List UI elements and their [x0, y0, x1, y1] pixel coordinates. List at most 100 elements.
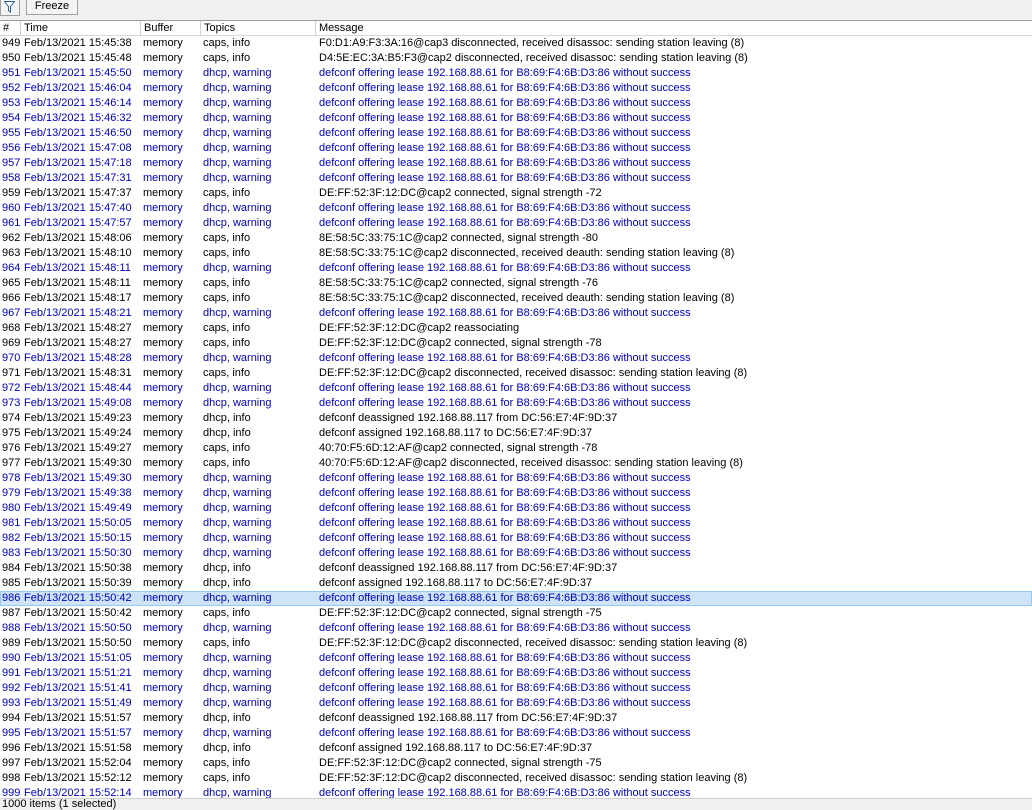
row-time: Feb/13/2021 15:47:40 [24, 202, 132, 214]
row-message: defconf offering lease 192.168.88.61 for… [319, 532, 691, 544]
table-row[interactable]: 984 Feb/13/2021 15:50:38 memory dhcp, info d… [0, 561, 1032, 576]
row-number: 957 [2, 157, 21, 169]
row-topics: dhcp, warning [203, 382, 272, 394]
row-time: Feb/13/2021 15:48:27 [24, 337, 132, 349]
table-row[interactable]: 996 Feb/13/2021 15:51:58 memory dhcp, info d… [0, 741, 1032, 756]
row-message: DE:FF:52:3F:12:DC@cap2 disconnected, rec… [319, 772, 748, 784]
table-row[interactable]: 973 Feb/13/2021 15:49:08 memory dhcp, warni… [0, 396, 1032, 411]
table-row[interactable]: 982 Feb/13/2021 15:50:15 memory dhcp, warni… [0, 531, 1032, 546]
table-row[interactable]: 950 Feb/13/2021 15:45:48 memory caps, info D… [0, 51, 1032, 66]
table-row[interactable]: 980 Feb/13/2021 15:49:49 memory dhcp, warni… [0, 501, 1032, 516]
row-buffer: memory [143, 127, 183, 139]
table-row[interactable]: 974 Feb/13/2021 15:49:23 memory dhcp, info d… [0, 411, 1032, 426]
table-row[interactable]: 997 Feb/13/2021 15:52:04 memory caps, info D… [0, 756, 1032, 771]
table-row[interactable]: 953 Feb/13/2021 15:46:14 memory dhcp, warni… [0, 96, 1032, 111]
table-row[interactable]: 968 Feb/13/2021 15:48:27 memory caps, info D… [0, 321, 1032, 336]
table-row[interactable]: 960 Feb/13/2021 15:47:40 memory dhcp, warni… [0, 201, 1032, 216]
row-buffer: memory [143, 607, 183, 619]
table-row[interactable]: 969 Feb/13/2021 15:48:27 memory caps, info D… [0, 336, 1032, 351]
table-row[interactable]: 986 Feb/13/2021 15:50:42 memory dhcp, warni… [0, 591, 1032, 606]
row-buffer: memory [143, 307, 183, 319]
table-row[interactable]: 994 Feb/13/2021 15:51:57 memory dhcp, info d… [0, 711, 1032, 726]
table-row[interactable]: 981 Feb/13/2021 15:50:05 memory dhcp, warni… [0, 516, 1032, 531]
table-row[interactable]: 959 Feb/13/2021 15:47:37 memory caps, info D… [0, 186, 1032, 201]
table-row[interactable]: 956 Feb/13/2021 15:47:08 memory dhcp, warni… [0, 141, 1032, 156]
row-message: defconf offering lease 192.168.88.61 for… [319, 112, 691, 124]
column-header-time[interactable]: Time [21, 21, 141, 36]
table-row[interactable]: 972 Feb/13/2021 15:48:44 memory dhcp, warni… [0, 381, 1032, 396]
row-time: Feb/13/2021 15:51:57 [24, 727, 132, 739]
row-number: 970 [2, 352, 21, 364]
row-message: defconf offering lease 192.168.88.61 for… [319, 502, 691, 514]
table-row[interactable]: 963 Feb/13/2021 15:48:10 memory caps, info 8… [0, 246, 1032, 261]
row-time: Feb/13/2021 15:48:21 [24, 307, 132, 319]
filter-button[interactable] [0, 0, 20, 16]
table-row[interactable]: 987 Feb/13/2021 15:50:42 memory caps, info D… [0, 606, 1032, 621]
row-time: Feb/13/2021 15:51:49 [24, 697, 132, 709]
table-row[interactable]: 949 Feb/13/2021 15:45:38 memory caps, info F… [0, 36, 1032, 51]
table-row[interactable]: 991 Feb/13/2021 15:51:21 memory dhcp, warni… [0, 666, 1032, 681]
row-time: Feb/13/2021 15:50:42 [24, 592, 132, 604]
row-buffer: memory [143, 67, 183, 79]
row-topics: dhcp, warning [203, 592, 272, 604]
table-row[interactable]: 990 Feb/13/2021 15:51:05 memory dhcp, warni… [0, 651, 1032, 666]
table-row[interactable]: 978 Feb/13/2021 15:49:30 memory dhcp, warni… [0, 471, 1032, 486]
table-row[interactable]: 954 Feb/13/2021 15:46:32 memory dhcp, warni… [0, 111, 1032, 126]
table-row[interactable]: 993 Feb/13/2021 15:51:49 memory dhcp, warni… [0, 696, 1032, 711]
status-bar: 1000 items (1 selected) [0, 798, 1032, 810]
table-row[interactable]: 988 Feb/13/2021 15:50:50 memory dhcp, warni… [0, 621, 1032, 636]
table-row[interactable]: 999 Feb/13/2021 15:52:14 memory dhcp, warni… [0, 786, 1032, 798]
table-row[interactable]: 966 Feb/13/2021 15:48:17 memory caps, info 8… [0, 291, 1032, 306]
table-row[interactable]: 951 Feb/13/2021 15:45:50 memory dhcp, warni… [0, 66, 1032, 81]
table-row[interactable]: 971 Feb/13/2021 15:48:31 memory caps, info D… [0, 366, 1032, 381]
row-message: defconf offering lease 192.168.88.61 for… [319, 172, 691, 184]
row-buffer: memory [143, 472, 183, 484]
table-row[interactable]: 975 Feb/13/2021 15:49:24 memory dhcp, info d… [0, 426, 1032, 441]
table-row[interactable]: 983 Feb/13/2021 15:50:30 memory dhcp, warni… [0, 546, 1032, 561]
row-time: Feb/13/2021 15:51:57 [24, 712, 132, 724]
row-message: defconf assigned 192.168.88.117 to DC:56… [319, 577, 593, 589]
table-row[interactable]: 985 Feb/13/2021 15:50:39 memory dhcp, info d… [0, 576, 1032, 591]
table-row[interactable]: 979 Feb/13/2021 15:49:38 memory dhcp, warni… [0, 486, 1032, 501]
column-header-topics[interactable]: Topics [201, 21, 316, 36]
row-topics: caps, info [203, 37, 251, 49]
table-row[interactable]: 964 Feb/13/2021 15:48:11 memory dhcp, warni… [0, 261, 1032, 276]
row-buffer: memory [143, 742, 183, 754]
table-row[interactable]: 992 Feb/13/2021 15:51:41 memory dhcp, warni… [0, 681, 1032, 696]
row-message: defconf offering lease 192.168.88.61 for… [319, 592, 691, 604]
row-message: DE:FF:52:3F:12:DC@cap2 connected, signal… [319, 187, 602, 199]
column-header-buffer[interactable]: Buffer [141, 21, 201, 36]
row-buffer: memory [143, 697, 183, 709]
row-buffer: memory [143, 487, 183, 499]
table-row[interactable]: 976 Feb/13/2021 15:49:27 memory caps, info 4… [0, 441, 1032, 456]
table-row[interactable]: 955 Feb/13/2021 15:46:50 memory dhcp, warni… [0, 126, 1032, 141]
table-row[interactable]: 961 Feb/13/2021 15:47:57 memory dhcp, warni… [0, 216, 1032, 231]
freeze-button[interactable]: Freeze [26, 0, 78, 15]
row-time: Feb/13/2021 15:45:50 [24, 67, 132, 79]
row-number: 969 [2, 337, 21, 349]
row-message: defconf assigned 192.168.88.117 to DC:56… [319, 427, 593, 439]
item-count: 1000 items (1 selected) [2, 798, 117, 810]
table-row[interactable]: 995 Feb/13/2021 15:51:57 memory dhcp, warni… [0, 726, 1032, 741]
log-list[interactable]: # Time Buffer Topics Message 949 Feb/13/2… [0, 20, 1032, 798]
row-time: Feb/13/2021 15:52:12 [24, 772, 132, 784]
row-message: defconf offering lease 192.168.88.61 for… [319, 487, 691, 499]
table-row[interactable]: 952 Feb/13/2021 15:46:04 memory dhcp, warni… [0, 81, 1032, 96]
table-row[interactable]: 998 Feb/13/2021 15:52:12 memory caps, info D… [0, 771, 1032, 786]
table-row[interactable]: 970 Feb/13/2021 15:48:28 memory dhcp, warni… [0, 351, 1032, 366]
column-header-number[interactable]: # [0, 21, 21, 36]
table-row[interactable]: 958 Feb/13/2021 15:47:31 memory dhcp, warni… [0, 171, 1032, 186]
row-time: Feb/13/2021 15:45:48 [24, 52, 132, 64]
table-row[interactable]: 977 Feb/13/2021 15:49:30 memory caps, info 4… [0, 456, 1032, 471]
table-row[interactable]: 967 Feb/13/2021 15:48:21 memory dhcp, warni… [0, 306, 1032, 321]
row-topics: dhcp, warning [203, 202, 272, 214]
row-topics: dhcp, warning [203, 517, 272, 529]
table-row[interactable]: 962 Feb/13/2021 15:48:06 memory caps, info 8… [0, 231, 1032, 246]
table-row[interactable]: 965 Feb/13/2021 15:48:11 memory caps, info 8… [0, 276, 1032, 291]
table-row[interactable]: 989 Feb/13/2021 15:50:50 memory caps, info D… [0, 636, 1032, 651]
table-row[interactable]: 957 Feb/13/2021 15:47:18 memory dhcp, warni… [0, 156, 1032, 171]
row-message: 8E:58:5C:33:75:1C@cap2 disconnected, rec… [319, 292, 735, 304]
column-header-message[interactable]: Message [316, 21, 1032, 36]
row-time: Feb/13/2021 15:48:28 [24, 352, 132, 364]
row-topics: dhcp, warning [203, 547, 272, 559]
